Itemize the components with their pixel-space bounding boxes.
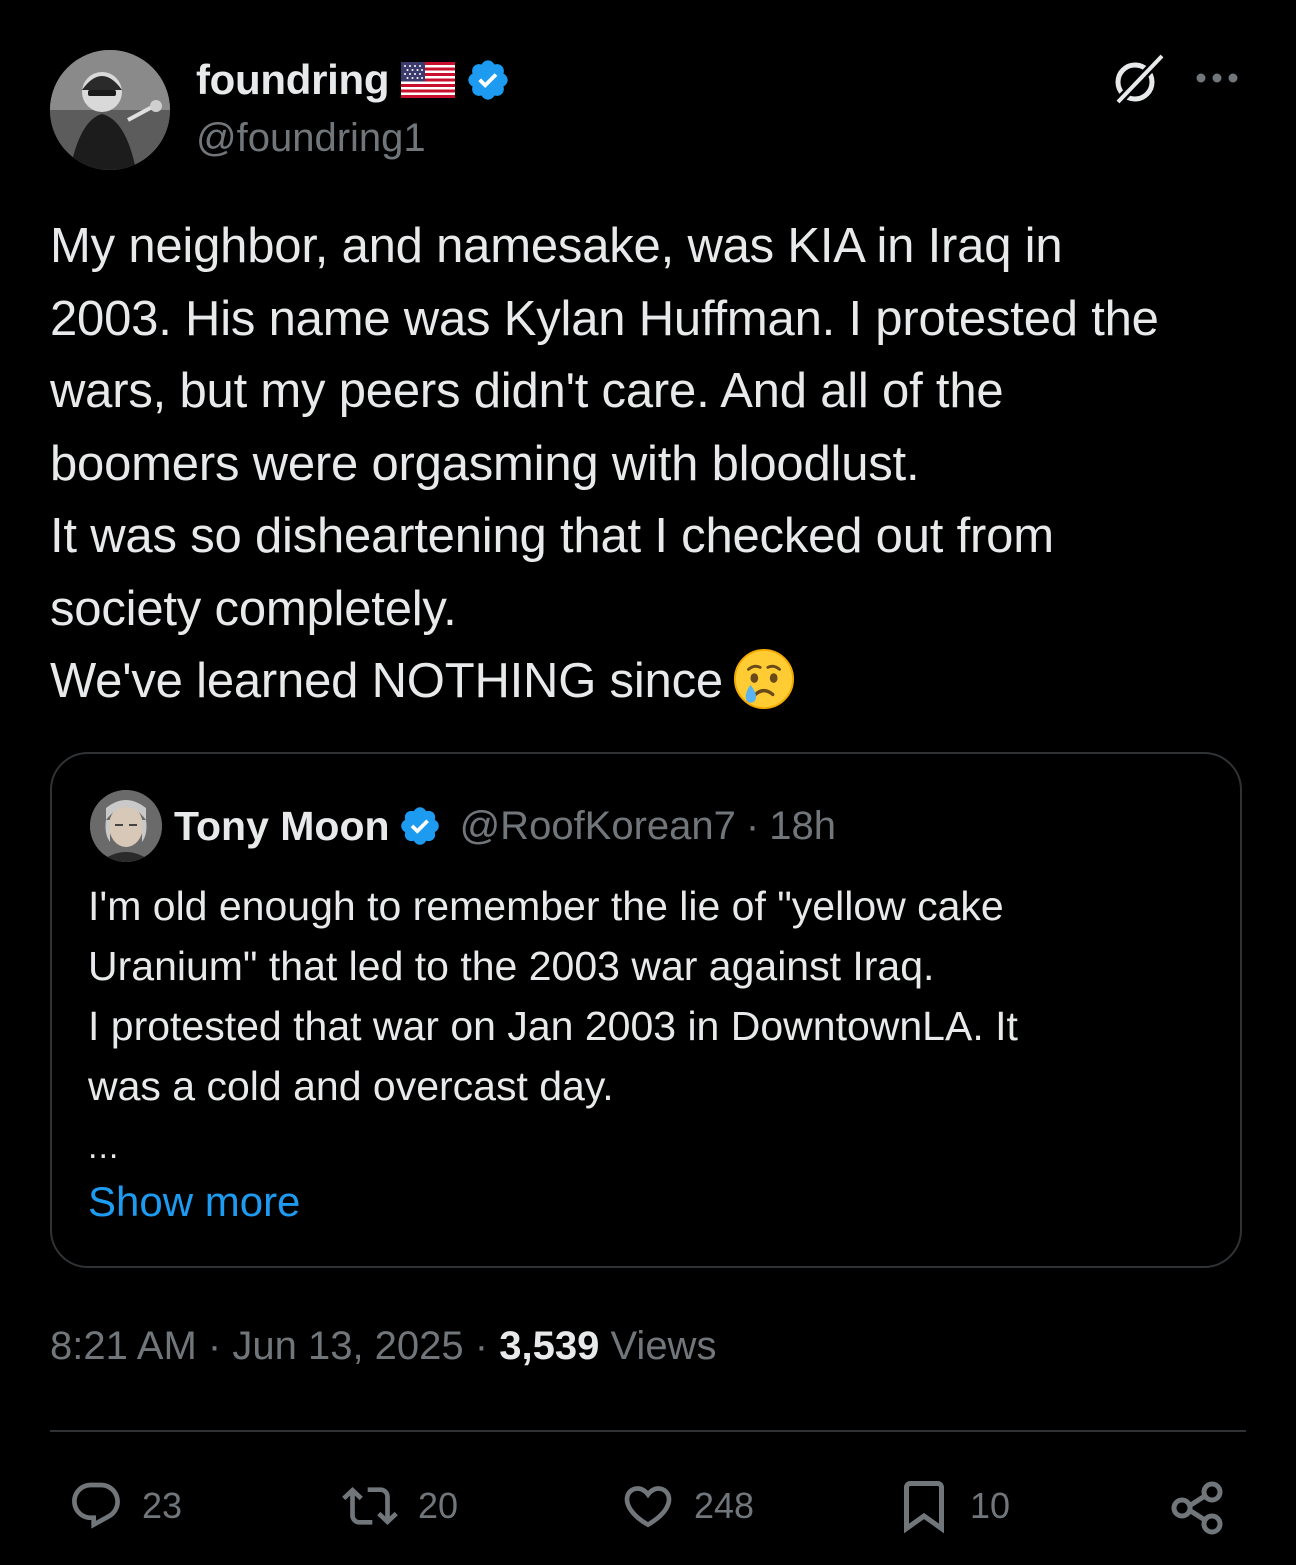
quoted-text-ellipsis: ... bbox=[88, 1128, 120, 1166]
quoted-tweet-card[interactable]: Tony Moon @RoofKorean7 · 18h I'm old eno… bbox=[50, 752, 1242, 1268]
tweet-text-line: 2003. His name was Kylan Huffman. I prot… bbox=[50, 291, 1159, 346]
tweet-text-line: It was so disheartening that I checked o… bbox=[50, 509, 1054, 563]
author-avatar-image bbox=[50, 50, 170, 170]
quoted-tweet-header: Tony Moon @RoofKorean7 · 18h bbox=[174, 798, 836, 854]
tweet-text: My neighbor, and namesake, was KIA in Ir… bbox=[50, 210, 1260, 718]
tweet-text-line: We've learned NOTHING since bbox=[50, 654, 723, 708]
bookmark-button[interactable]: 10 bbox=[894, 1476, 1010, 1536]
like-count: 248 bbox=[694, 1485, 755, 1526]
author-handle[interactable]: @foundring1 bbox=[196, 116, 426, 161]
reply-count: 23 bbox=[142, 1485, 183, 1526]
author-name-row[interactable]: foundring bbox=[196, 56, 511, 104]
tweet-text-line: boomers were orgasming with bloodlust. bbox=[50, 436, 920, 491]
quoted-author-handle[interactable]: @RoofKorean7 bbox=[460, 804, 736, 849]
reply-icon bbox=[72, 1482, 120, 1529]
author-avatar[interactable] bbox=[50, 50, 170, 170]
bookmark-icon bbox=[904, 1481, 944, 1534]
us-flag-icon bbox=[401, 62, 456, 98]
separator-dot: · bbox=[745, 803, 760, 848]
views-count[interactable]: 3,539 bbox=[499, 1324, 599, 1368]
share-icon bbox=[1171, 1481, 1223, 1535]
crying-face-icon bbox=[733, 649, 794, 710]
bookmark-count: 10 bbox=[970, 1485, 1011, 1526]
grok-icon[interactable] bbox=[1108, 50, 1168, 110]
tweet-time[interactable]: 8:21 AM bbox=[50, 1324, 197, 1368]
separator-dot: · bbox=[474, 1324, 489, 1368]
show-more-link[interactable]: Show more bbox=[88, 1178, 300, 1226]
tweet-text-line: wars, but my peers didn't care. And all … bbox=[50, 364, 1004, 418]
tweet-text-last-line: We've learned NOTHING since bbox=[50, 645, 1260, 718]
quoted-text-line: I'm old enough to remember the lie of "y… bbox=[88, 883, 1004, 929]
views-label: Views bbox=[610, 1324, 717, 1368]
verified-badge-icon bbox=[400, 807, 439, 845]
share-button[interactable] bbox=[1168, 1476, 1228, 1536]
more-options-icon[interactable] bbox=[1192, 60, 1242, 96]
like-button[interactable]: 248 bbox=[618, 1476, 754, 1536]
quoted-author-avatar-image bbox=[90, 790, 162, 862]
verified-badge-icon[interactable] bbox=[465, 57, 511, 103]
quoted-text-line: Uranium" that led to the 2003 war agains… bbox=[88, 943, 935, 989]
divider bbox=[50, 1430, 1246, 1432]
tweet-date[interactable]: Jun 13, 2025 bbox=[232, 1324, 463, 1368]
quoted-text-line: was a cold and overcast day. bbox=[88, 1063, 614, 1109]
quoted-author-name[interactable]: Tony Moon bbox=[174, 803, 390, 850]
repost-count: 20 bbox=[418, 1485, 459, 1526]
tweet-text-line: society completely. bbox=[50, 581, 457, 636]
quoted-text-line: I protested that war on Jan 2003 in Down… bbox=[88, 1003, 1018, 1049]
repost-button[interactable]: 20 bbox=[338, 1476, 458, 1536]
author-display-name[interactable]: foundring bbox=[196, 56, 390, 104]
reply-button[interactable]: 23 bbox=[66, 1476, 182, 1536]
repost-icon bbox=[342, 1487, 398, 1525]
quoted-tweet-text: I'm old enough to remember the lie of "y… bbox=[88, 876, 1208, 1116]
tweet-text-line: My neighbor, and namesake, was KIA in Ir… bbox=[50, 219, 1063, 273]
separator-dot: · bbox=[207, 1324, 222, 1368]
tweet-meta: 8:21 AM · Jun 13, 2025 · 3,539 Views bbox=[50, 1324, 716, 1369]
heart-icon bbox=[624, 1486, 672, 1528]
quoted-tweet-time[interactable]: 18h bbox=[769, 804, 836, 849]
quoted-author-avatar[interactable] bbox=[90, 790, 162, 862]
